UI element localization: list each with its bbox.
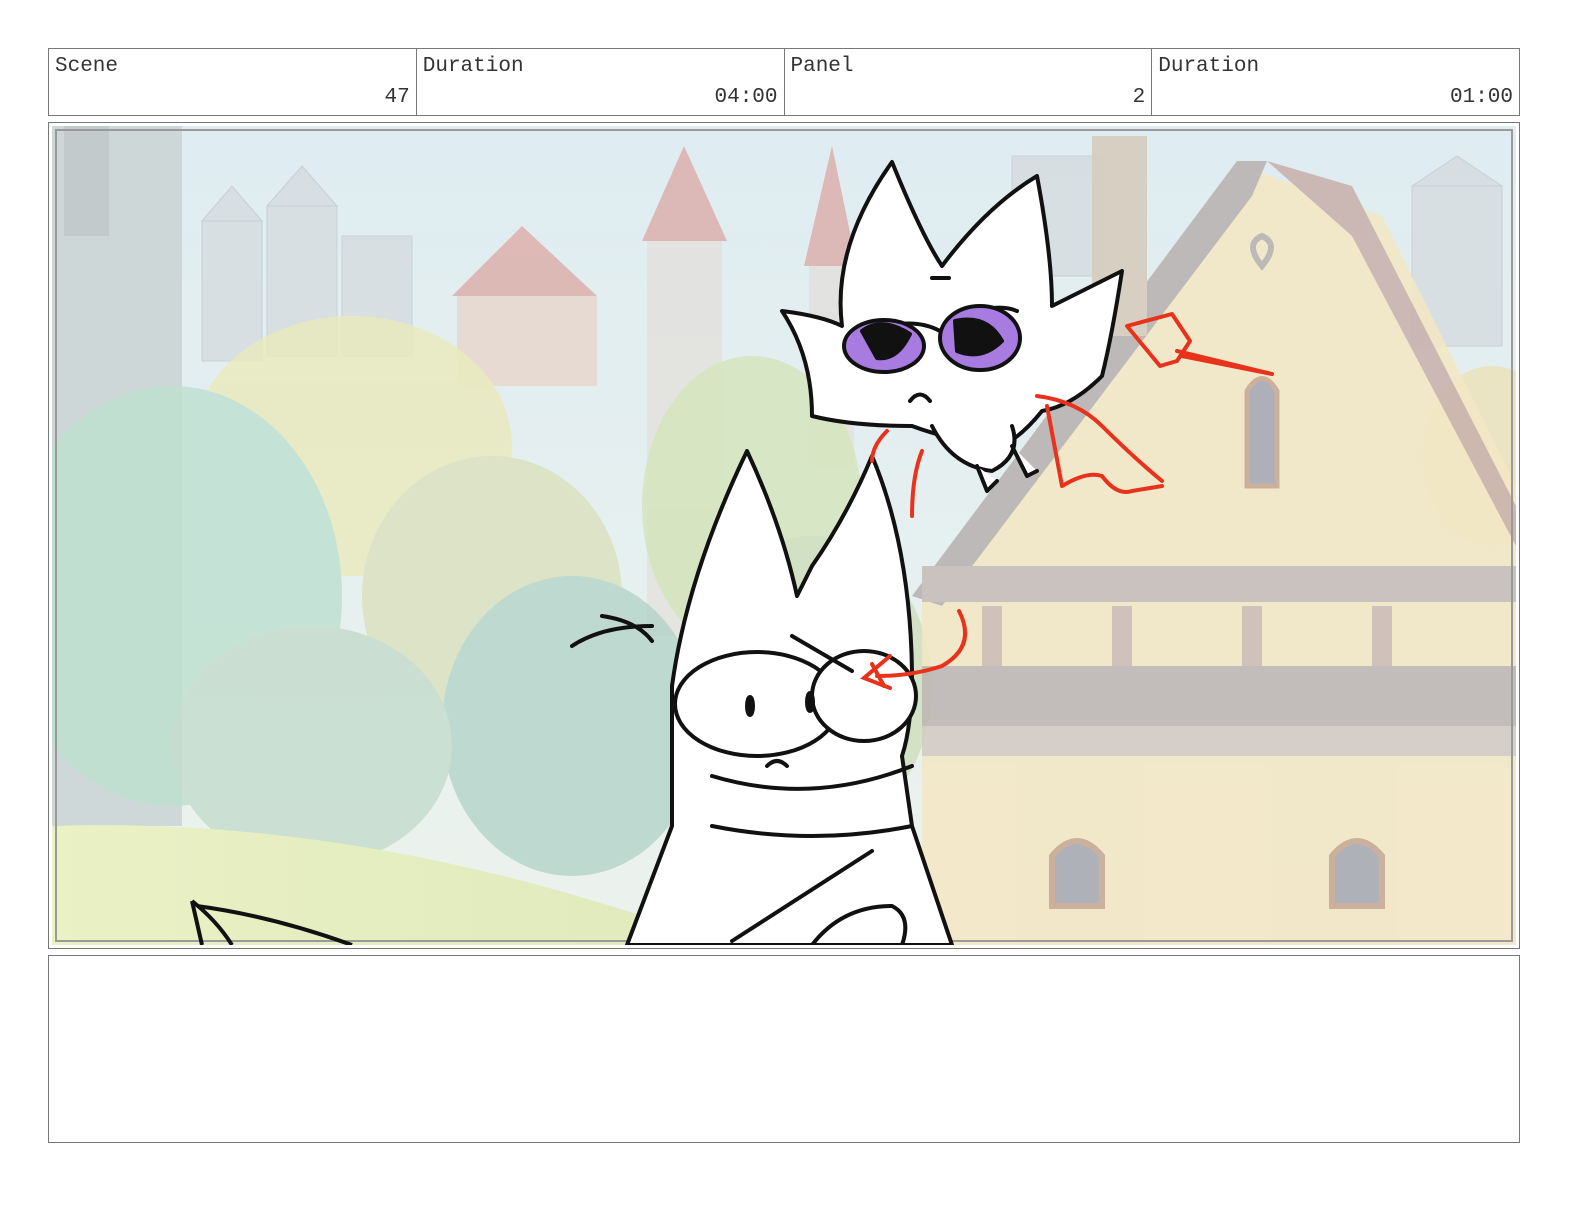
panel-duration-label: Duration [1158,55,1260,78]
scene-label: Scene [55,55,119,78]
panel-illustration [52,126,1516,945]
panel-duration-cell: Duration 01:00 [1152,49,1519,115]
scene-duration-cell: Duration 04:00 [417,49,785,115]
scene-cell: Scene 47 [49,49,417,115]
storyboard-header: Scene 47 Duration 04:00 Panel 2 Duration… [48,48,1520,116]
storyboard-panel-image [48,122,1520,949]
scene-duration-value: 04:00 [714,86,778,109]
panel-notes-box[interactable] [48,955,1520,1143]
panel-number: 2 [1132,86,1146,109]
panel-label: Panel [790,55,854,78]
panel-duration-value: 01:00 [1449,86,1513,109]
panel-cell: Panel 2 [785,49,1153,115]
scene-number: 47 [384,86,410,109]
scene-duration-label: Duration [422,55,524,78]
